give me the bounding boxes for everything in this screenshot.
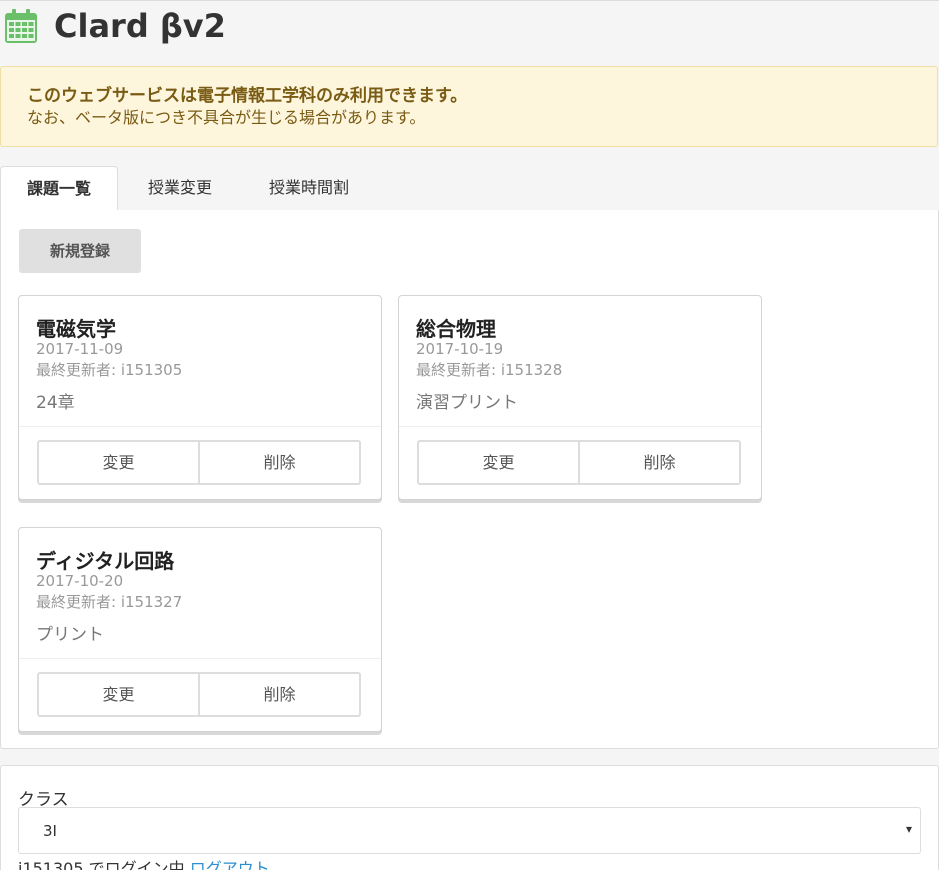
card-date: 2017-11-09 — [36, 340, 124, 358]
card-updater: 最終更新者: i151327 — [36, 593, 183, 611]
card-description: 24章 — [36, 393, 75, 413]
delete-button[interactable]: 削除 — [200, 440, 361, 485]
top-border — [0, 0, 939, 1]
assignment-card: 総合物理 2017-10-19 最終更新者: i151328 演習プリント 変更… — [398, 295, 762, 500]
card-divider — [19, 426, 381, 427]
card-subject: 総合物理 — [416, 317, 496, 341]
login-status: i151305 でログイン中 ログアウト — [18, 855, 270, 870]
card-button-group: 変更 削除 — [37, 440, 361, 485]
tab-assignments[interactable]: 課題一覧 — [0, 166, 119, 212]
login-text: i151305 でログイン中 — [18, 859, 190, 870]
assignment-card: ディジタル回路 2017-10-20 最終更新者: i151327 プリント 変… — [18, 527, 382, 732]
app-header: Clard βv2 — [4, 6, 226, 46]
edit-button[interactable]: 変更 — [417, 440, 580, 485]
card-date: 2017-10-19 — [416, 340, 504, 358]
notice-banner: このウェブサービスは電子情報工学科のみ利用できます。 なお、ベータ版につき不具合… — [0, 66, 938, 147]
class-select[interactable]: 3I ▾ — [18, 807, 921, 854]
card-updater: 最終更新者: i151305 — [36, 361, 183, 379]
card-divider — [19, 658, 381, 659]
card-description: 演習プリント — [416, 393, 518, 413]
notice-strong-text: このウェブサービスは電子情報工学科のみ利用できます。 — [27, 86, 468, 106]
card-subject: ディジタル回路 — [36, 549, 175, 573]
delete-button[interactable]: 削除 — [200, 672, 361, 717]
chevron-down-icon: ▾ — [905, 822, 912, 836]
card-divider — [399, 426, 761, 427]
app-title: Clard βv2 — [54, 7, 226, 45]
card-subject: 電磁気学 — [36, 317, 116, 341]
class-selected-value: 3I — [43, 822, 57, 840]
card-button-group: 変更 削除 — [417, 440, 741, 485]
assignment-card: 電磁気学 2017-11-09 最終更新者: i151305 24章 変更 削除 — [18, 295, 382, 500]
card-updater: 最終更新者: i151328 — [416, 361, 563, 379]
delete-button[interactable]: 削除 — [580, 440, 741, 485]
logout-link[interactable]: ログアウト — [190, 859, 270, 870]
new-register-button[interactable]: 新規登録 — [19, 229, 141, 273]
tab-class-changes[interactable]: 授業変更 — [122, 166, 238, 211]
calendar-icon — [4, 8, 38, 44]
card-date: 2017-10-20 — [36, 572, 124, 590]
edit-button[interactable]: 変更 — [37, 672, 200, 717]
tab-timetable[interactable]: 授業時間割 — [243, 166, 375, 211]
card-button-group: 変更 削除 — [37, 672, 361, 717]
tab-bar: 課題一覧 授業変更 授業時間割 — [0, 166, 939, 212]
notice-sub-text: なお、ベータ版につき不具合が生じる場合があります。 — [27, 108, 426, 127]
card-description: プリント — [36, 625, 104, 645]
edit-button[interactable]: 変更 — [37, 440, 200, 485]
